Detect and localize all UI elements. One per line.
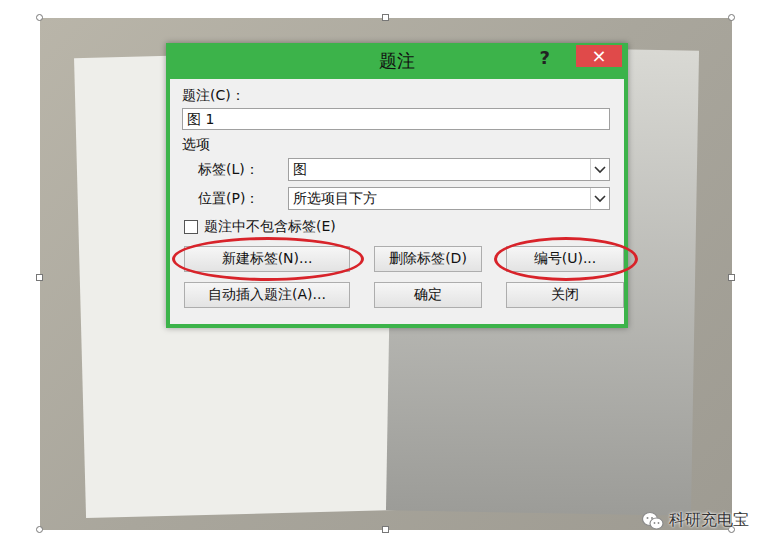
- select-value: 图: [289, 160, 590, 180]
- options-heading: 选项: [182, 136, 610, 154]
- title-bar: 题注? ×: [170, 43, 624, 79]
- button-row: 新建标签(N)...删除标签(D)编号(U)...: [184, 246, 610, 272]
- dialog-button[interactable]: 关闭: [506, 282, 624, 308]
- dialog-button[interactable]: 新建标签(N)...: [184, 246, 350, 272]
- checkbox-row[interactable]: 题注中不包含标签(E): [184, 218, 610, 236]
- dialog-body: 题注(C)：图 1选项标签(L)：图位置(P)：所选项目下方题注中不包含标签(E…: [170, 79, 624, 324]
- dialog-button[interactable]: 自动插入题注(A)...: [184, 282, 350, 308]
- checkbox-label: 题注中不包含标签(E): [204, 218, 336, 236]
- caption-dialog: 题注?×题注(C)：图 1选项标签(L)：图位置(P)：所选项目下方题注中不包含…: [166, 43, 628, 328]
- watermark-text: 科研充电宝: [669, 510, 749, 531]
- wechat-icon: [642, 511, 664, 531]
- resize-handle[interactable]: [728, 14, 735, 21]
- dialog-title: 题注: [379, 49, 415, 73]
- close-button[interactable]: ×: [576, 45, 622, 67]
- help-button[interactable]: ?: [540, 47, 550, 68]
- option-row: 标签(L)：图: [198, 158, 610, 181]
- option-label: 位置(P)：: [198, 190, 288, 208]
- resize-handle[interactable]: [382, 14, 389, 21]
- dropdown-arrow-icon[interactable]: [590, 188, 609, 209]
- chevron-down-icon: [594, 195, 606, 203]
- option-row: 位置(P)：所选项目下方: [198, 187, 610, 210]
- option-select[interactable]: 图: [288, 158, 610, 181]
- resize-handle[interactable]: [382, 526, 389, 533]
- option-select[interactable]: 所选项目下方: [288, 187, 610, 210]
- option-label: 标签(L)：: [198, 161, 288, 179]
- resize-handle[interactable]: [728, 274, 735, 281]
- document-page: 题注?×题注(C)：图 1选项标签(L)：图位置(P)：所选项目下方题注中不包含…: [0, 0, 771, 545]
- dialog-button[interactable]: 编号(U)...: [506, 246, 624, 272]
- resize-handle[interactable]: [36, 14, 43, 21]
- dropdown-arrow-icon[interactable]: [590, 159, 609, 180]
- caption-input[interactable]: 图 1: [182, 108, 610, 130]
- dialog-button[interactable]: 删除标签(D): [374, 246, 482, 272]
- resize-handle[interactable]: [36, 526, 43, 533]
- watermark: 科研充电宝: [642, 510, 749, 531]
- highlight-ellipse: [494, 237, 638, 281]
- resize-handle[interactable]: [36, 274, 43, 281]
- chevron-down-icon: [594, 166, 606, 174]
- caption-label: 题注(C)：: [182, 87, 610, 105]
- dialog-button[interactable]: 确定: [374, 282, 482, 308]
- button-row: 自动插入题注(A)...确定关闭: [184, 282, 610, 308]
- select-value: 所选项目下方: [289, 189, 590, 209]
- checkbox[interactable]: [184, 220, 198, 234]
- highlight-ellipse: [172, 237, 364, 281]
